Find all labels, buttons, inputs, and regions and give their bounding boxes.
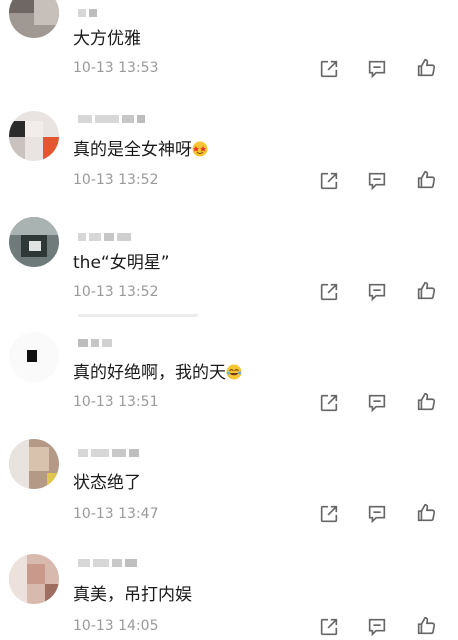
comment-time: 10-13 13:52 [73, 284, 159, 300]
comment-time: 10-13 13:53 [73, 60, 159, 76]
username-blurred[interactable] [78, 114, 145, 124]
avatar[interactable] [9, 554, 59, 604]
username-blurred[interactable] [78, 448, 139, 458]
star-struck-emoji [192, 141, 208, 157]
comment-text: 状态绝了 [73, 473, 141, 493]
username-blurred[interactable] [78, 338, 112, 348]
thumbs-up-icon[interactable] [415, 502, 437, 524]
thumbs-up-icon[interactable] [415, 57, 437, 79]
thumbs-up-icon[interactable] [415, 391, 437, 413]
username-blurred[interactable] [78, 8, 97, 18]
comment-item: 真的是全女神呀 10-13 13:52 [0, 106, 458, 212]
comment-text: 真美，吊打内娱 [73, 585, 192, 605]
share-icon[interactable] [318, 170, 340, 192]
username-blurred[interactable] [78, 232, 131, 242]
reply-icon[interactable] [366, 503, 388, 525]
laughing-emoji [226, 364, 242, 380]
comment-text: the“女明星” [73, 253, 170, 273]
comment-time: 10-13 14:05 [73, 618, 159, 634]
reply-icon[interactable] [366, 616, 388, 638]
comment-time: 10-13 13:51 [73, 394, 159, 410]
divider [78, 314, 198, 317]
share-icon[interactable] [318, 503, 340, 525]
comment-time: 10-13 13:47 [73, 506, 159, 522]
reply-icon[interactable] [366, 170, 388, 192]
reply-icon[interactable] [366, 392, 388, 414]
avatar[interactable] [9, 0, 59, 38]
comment-text: 大方优雅 [73, 29, 141, 49]
share-icon[interactable] [318, 392, 340, 414]
avatar[interactable] [9, 332, 59, 382]
share-icon[interactable] [318, 281, 340, 303]
reply-icon[interactable] [366, 58, 388, 80]
comment-item: 状态绝了 10-13 13:47 [0, 424, 458, 530]
share-icon[interactable] [318, 616, 340, 638]
reply-icon[interactable] [366, 281, 388, 303]
comment-text: 真的好绝啊，我的天 [73, 358, 242, 383]
comment-text: 真的是全女神呀 [73, 135, 208, 160]
comment-time: 10-13 13:52 [73, 172, 159, 188]
comment-item: 真美，吊打内娱 10-13 14:05 [0, 530, 458, 638]
comment-item: 大方优雅 10-13 13:53 [0, 0, 458, 106]
avatar[interactable] [9, 217, 59, 267]
thumbs-up-icon[interactable] [415, 280, 437, 302]
comment-item: 真的好绝啊，我的天 10-13 13:51 [0, 318, 458, 424]
username-blurred[interactable] [78, 558, 137, 568]
share-icon[interactable] [318, 58, 340, 80]
avatar[interactable] [9, 111, 59, 161]
thumbs-up-icon[interactable] [415, 169, 437, 191]
comment-item: the“女明星” 10-13 13:52 [0, 212, 458, 318]
thumbs-up-icon[interactable] [415, 615, 437, 637]
avatar[interactable] [9, 439, 59, 489]
